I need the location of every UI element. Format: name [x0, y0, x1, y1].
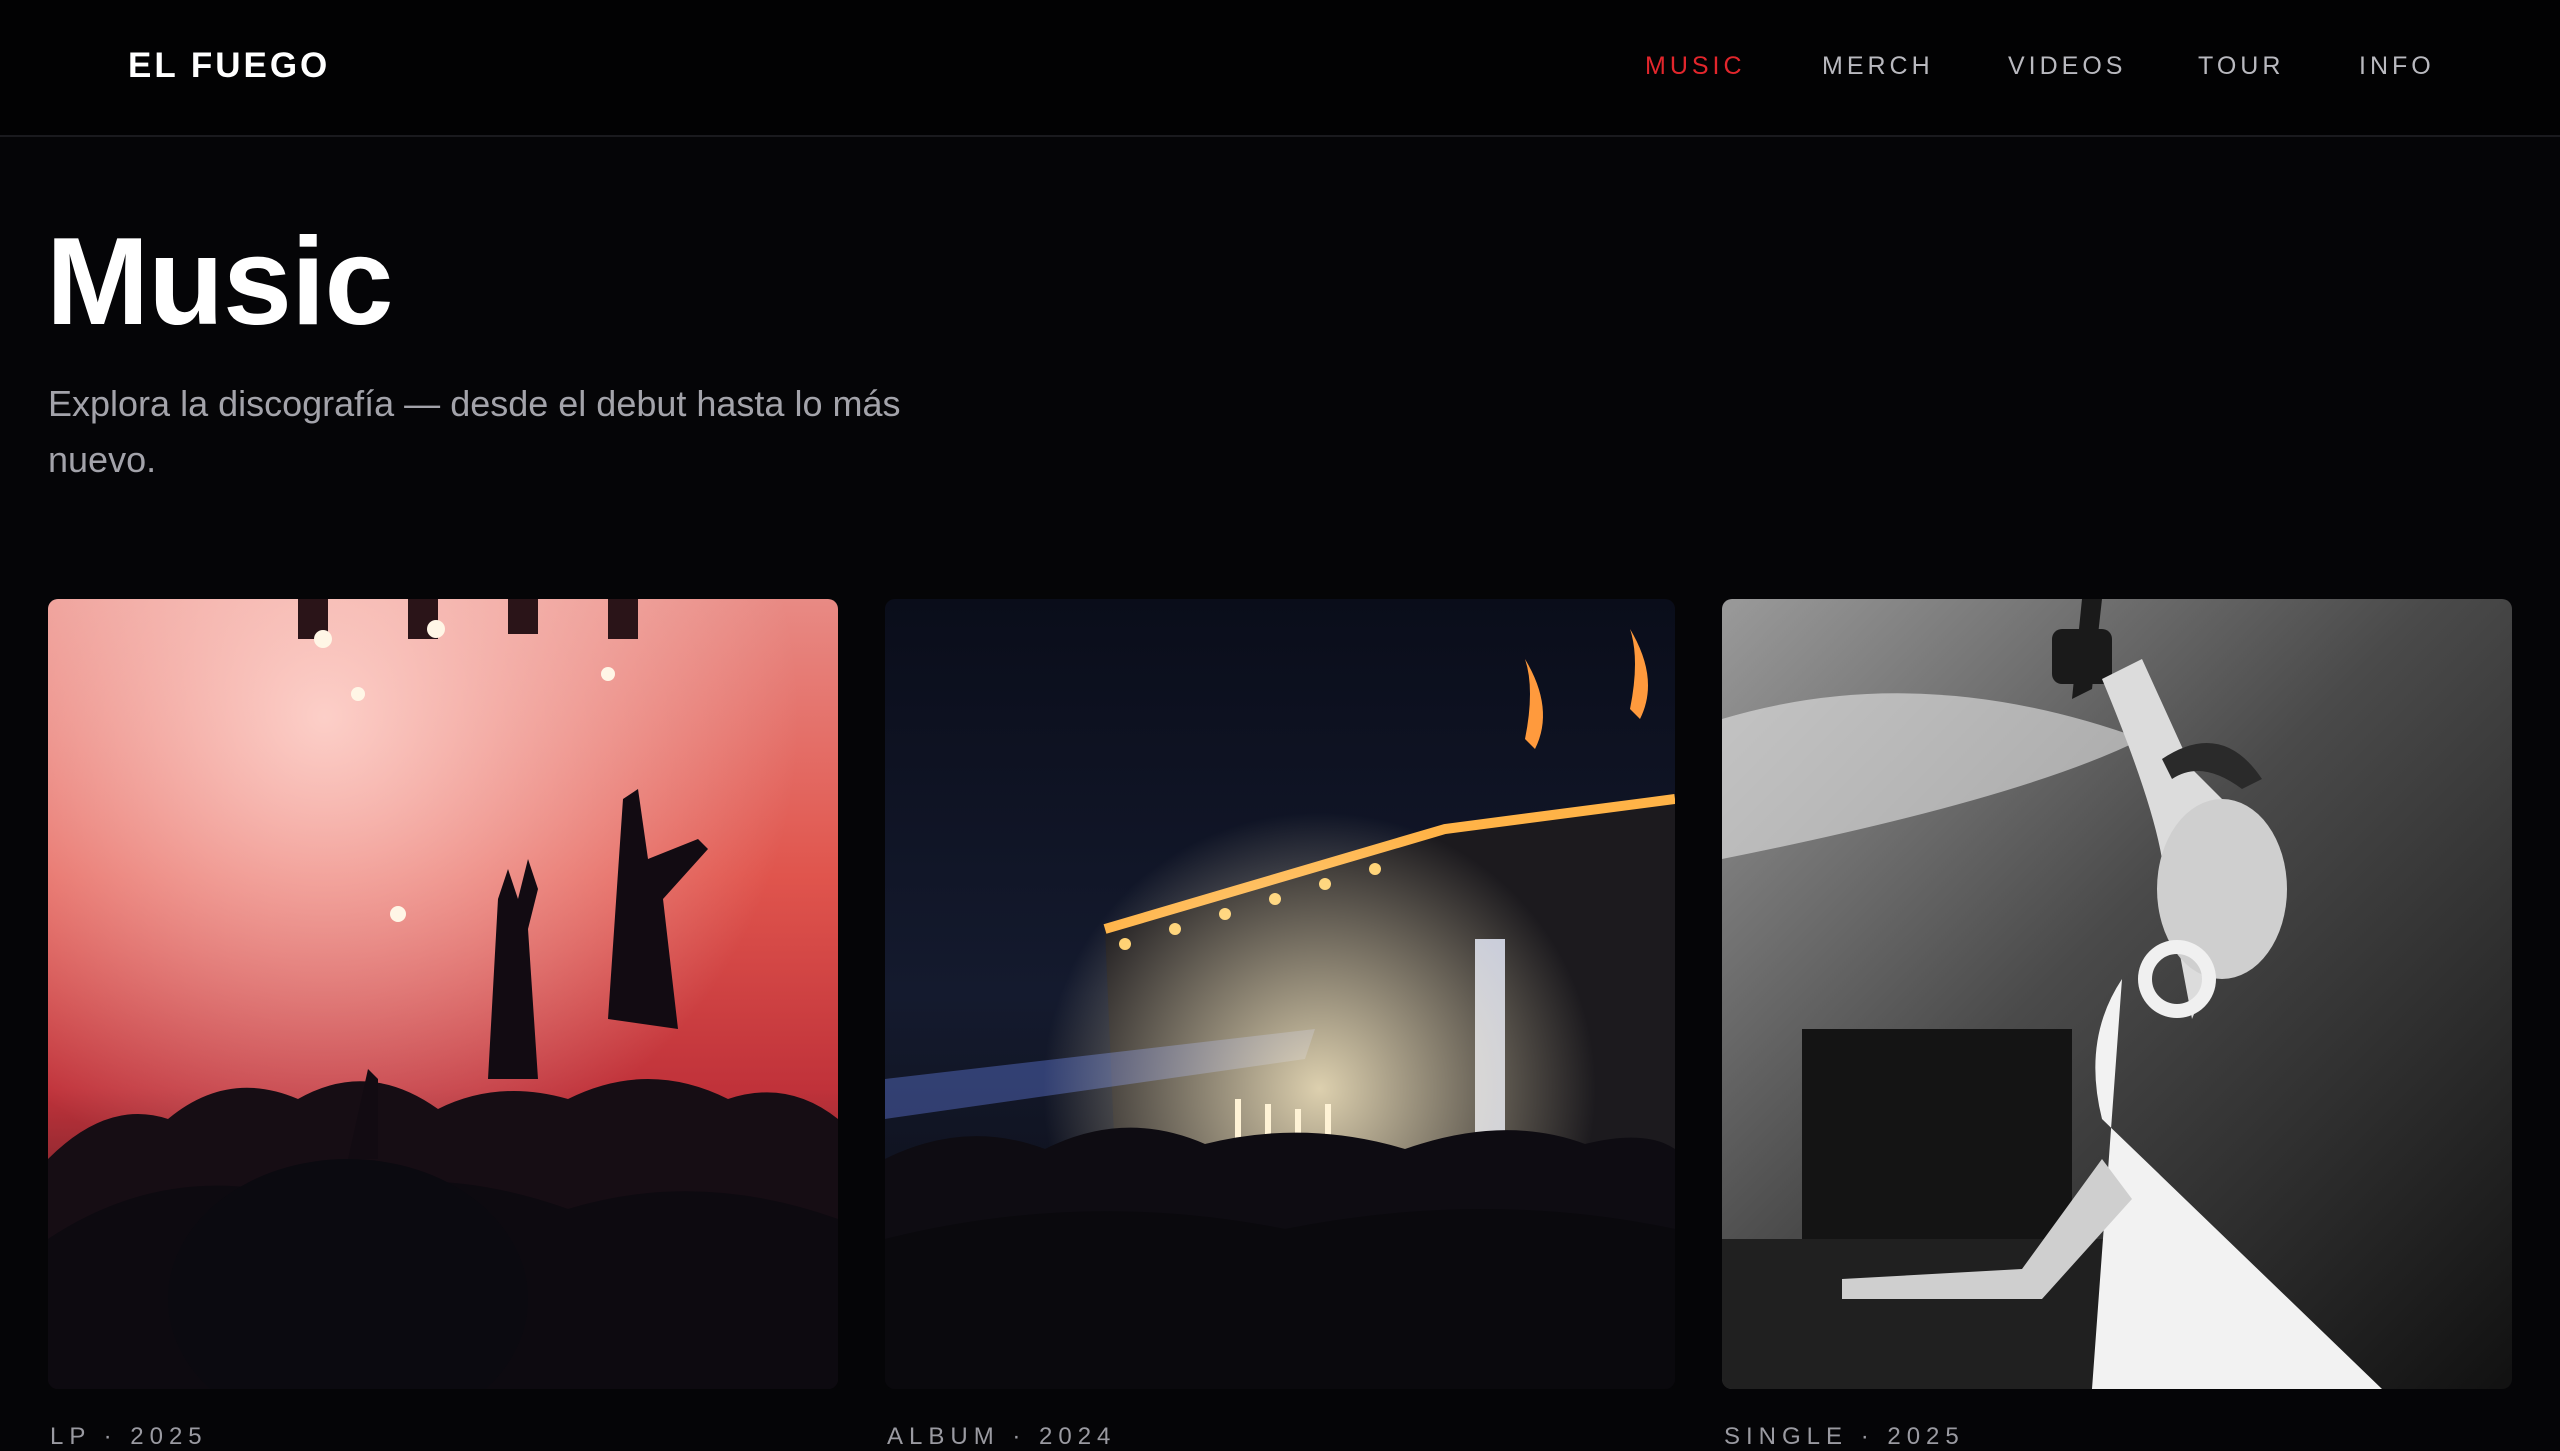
release-meta: ALBUM · 2024 [887, 1423, 1117, 1450]
release-cover-image[interactable] [48, 599, 838, 1389]
release-card[interactable]: ALBUM · 2024 [885, 599, 1675, 1450]
release-meta: SINGLE · 2025 [1724, 1423, 1965, 1450]
release-card[interactable]: SINGLE · 2025 [1722, 599, 2512, 1450]
page-subtitle: Explora la discografía — desde el debut … [48, 383, 901, 480]
nav-item-info[interactable]: INFO [2359, 52, 2435, 81]
top-navigation-bar: EL FUEGO MUSIC MERCH VIDEOS TOUR INFO [0, 0, 2560, 137]
release-meta: LP · 2025 [50, 1423, 208, 1450]
nav-item-merch[interactable]: MERCH [1822, 52, 1934, 81]
nav-item-music[interactable]: MUSIC [1645, 52, 1746, 81]
release-cover-image[interactable] [885, 599, 1675, 1389]
release-card[interactable]: LP · 2025 [48, 599, 838, 1450]
main-nav: MUSIC MERCH VIDEOS TOUR INFO [0, 52, 2560, 92]
page-title: Music [46, 213, 393, 351]
nav-item-videos[interactable]: VIDEOS [2008, 52, 2126, 81]
release-cover-image[interactable] [1722, 599, 2512, 1389]
nav-item-tour[interactable]: TOUR [2198, 52, 2284, 81]
